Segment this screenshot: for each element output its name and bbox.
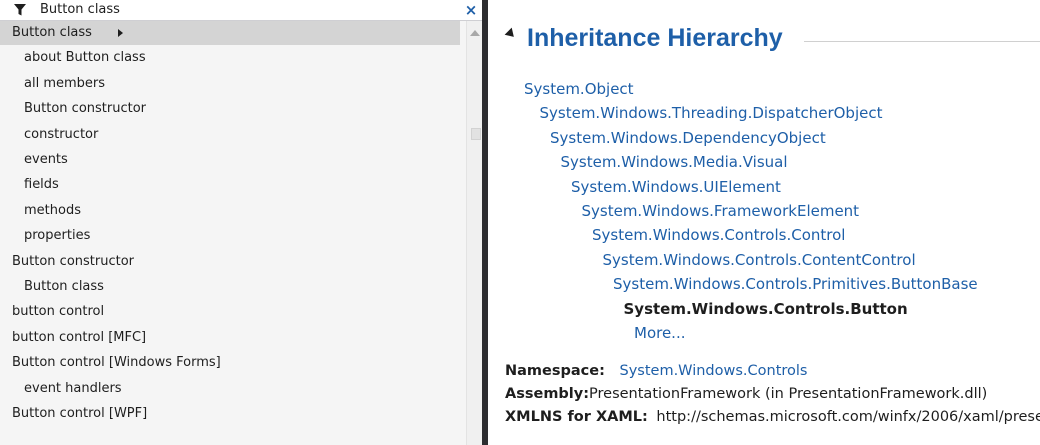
index-item[interactable]: Button constructor <box>0 250 460 274</box>
index-item-label: Button constructor <box>24 101 147 117</box>
index-item-label: fields <box>24 177 59 193</box>
index-item-label: event handlers <box>24 380 122 396</box>
xmlns-label: XMLNS for XAML: <box>505 409 648 425</box>
hierarchy-link[interactable]: System.Object <box>524 79 634 99</box>
xmlns-value: http://schemas.microsoft.com/winfx/2006/… <box>656 409 1040 425</box>
scrollbar-thumb[interactable] <box>471 128 481 140</box>
current-class-name: System.Windows.Controls.Button <box>623 299 908 318</box>
hierarchy-link[interactable]: System.Windows.DependencyObject <box>550 128 826 148</box>
hierarchy-link[interactable]: System.Windows.Controls.Primitives.Butto… <box>613 274 978 294</box>
index-item[interactable]: constructor <box>0 123 460 147</box>
hierarchy-link[interactable]: System.Windows.Media.Visual <box>561 152 788 172</box>
index-item-label: all members <box>24 75 106 91</box>
scroll-up-arrow-icon[interactable] <box>470 30 480 36</box>
collapse-triangle-icon[interactable] <box>504 27 518 41</box>
index-item[interactable]: all members <box>0 72 460 96</box>
index-item-label: properties <box>24 228 91 244</box>
index-scrollbar[interactable] <box>466 21 483 445</box>
index-item-label: Button constructor <box>12 253 135 269</box>
index-item[interactable]: events <box>0 148 460 172</box>
index-pane: × Button class about Button class all memb… <box>0 0 485 445</box>
index-item-label: Button class <box>12 25 92 40</box>
filter-bar: × <box>0 0 485 21</box>
assembly-line: Assembly:PresentationFramework (in Prese… <box>505 384 987 404</box>
index-item[interactable]: about Button class <box>0 46 460 70</box>
filter-funnel-icon <box>14 4 26 16</box>
content-pane: Inheritance Hierarchy System.Object Syste… <box>488 0 1040 445</box>
index-item-label: button control [MFC] <box>12 329 147 345</box>
assembly-label: Assembly: <box>505 386 590 402</box>
namespace-link[interactable]: System.Windows.Controls <box>620 363 808 379</box>
hierarchy-link[interactable]: System.Windows.Controls.Control <box>592 225 845 245</box>
namespace-line: Namespace: System.Windows.Controls <box>505 361 807 381</box>
index-list: Button class about Button class all member… <box>0 21 466 445</box>
index-item-label: Button control [WPF] <box>12 406 148 421</box>
index-item[interactable]: Button class <box>0 275 460 299</box>
index-item-label: events <box>24 152 68 167</box>
index-item[interactable]: Button control [Windows Forms] <box>0 351 460 375</box>
more-link[interactable]: More... <box>634 323 686 343</box>
index-item-label: button control <box>12 304 105 320</box>
index-item-label: constructor <box>24 126 99 142</box>
section-title[interactable]: Inheritance Hierarchy <box>527 22 783 54</box>
index-item[interactable]: event handlers <box>0 377 460 401</box>
index-item-label: methods <box>24 202 81 218</box>
index-item[interactable]: Button control [WPF] <box>0 402 460 426</box>
namespace-label: Namespace: <box>505 363 605 379</box>
chevron-right-icon[interactable] <box>118 29 123 37</box>
index-item[interactable]: Button class <box>0 21 460 45</box>
hierarchy-link[interactable]: System.Windows.Threading.DispatcherObjec… <box>540 103 883 123</box>
index-item-label: Button control [Windows Forms] <box>12 355 221 371</box>
index-item[interactable]: properties <box>0 224 460 248</box>
hierarchy-link[interactable]: System.Windows.UIElement <box>571 177 781 197</box>
index-item[interactable]: methods <box>0 199 460 223</box>
index-item[interactable]: button control [MFC] <box>0 326 460 350</box>
close-icon[interactable]: × <box>463 1 479 19</box>
index-item-label: Button class <box>24 279 104 294</box>
index-item-label: about Button class <box>24 50 146 66</box>
index-item[interactable]: Button constructor <box>0 97 460 121</box>
xmlns-line: XMLNS for XAML: http://schemas.microsoft… <box>505 407 1040 427</box>
index-item[interactable]: fields <box>0 173 460 197</box>
hierarchy-link[interactable]: System.Windows.Controls.ContentControl <box>603 250 916 270</box>
assembly-value: PresentationFramework (in PresentationFr… <box>589 386 988 402</box>
title-rule <box>804 41 1040 42</box>
index-item[interactable]: button control <box>0 300 460 324</box>
hierarchy-link[interactable]: System.Windows.FrameworkElement <box>582 201 860 221</box>
index-filter-input[interactable] <box>40 0 450 20</box>
